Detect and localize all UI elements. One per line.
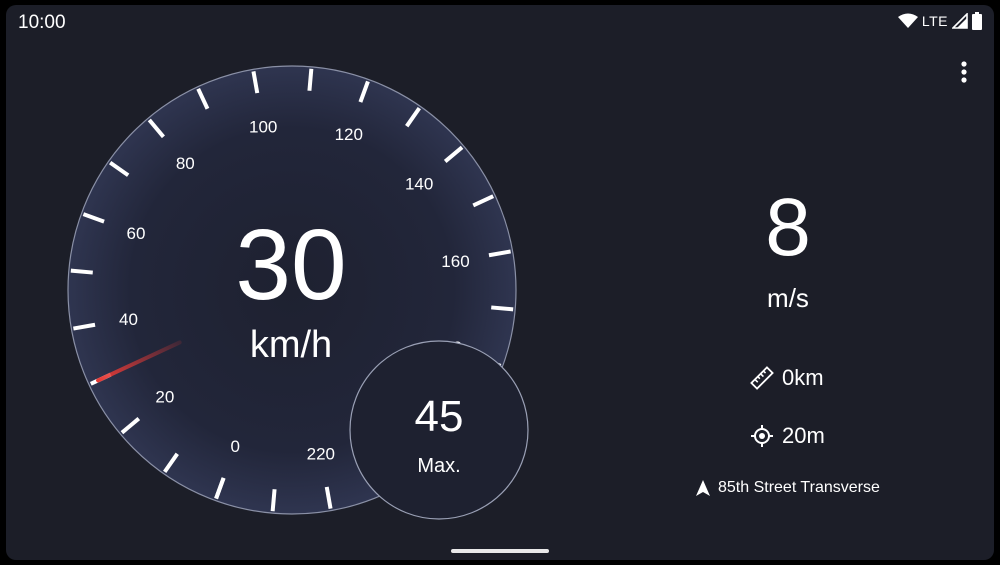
gauge-tick-label: 100 xyxy=(249,118,277,137)
gauge-tick xyxy=(70,268,93,275)
gauge-tick-label: 140 xyxy=(405,174,433,193)
gesture-nav-handle[interactable] xyxy=(451,549,549,553)
location-name: 85th Street Transverse xyxy=(718,479,880,496)
more-vert-icon xyxy=(961,61,967,83)
gauge-tick xyxy=(307,68,314,91)
secondary-speed-value: 8 xyxy=(765,182,811,273)
distance-value: 0km xyxy=(782,365,824,390)
gauge-tick-label: 160 xyxy=(441,252,469,271)
ruler-icon xyxy=(750,366,774,390)
accuracy-row: 20m xyxy=(750,423,825,449)
distance-row: 0km xyxy=(750,365,824,391)
max-speed-label: Max. xyxy=(417,455,461,477)
gauge-tick-label: 0 xyxy=(230,437,239,456)
max-speed-value: 45 xyxy=(414,392,464,441)
gauge-tick-label: 20 xyxy=(155,388,174,407)
gauge-tick xyxy=(270,489,277,512)
crosshair-icon xyxy=(751,425,773,447)
accuracy-value: 20m xyxy=(782,423,825,448)
location-row: 85th Street Transverse xyxy=(696,479,880,497)
gauge-tick-label: 40 xyxy=(119,310,138,329)
secondary-speed-unit: m/s xyxy=(767,283,809,313)
app-screen: 10:00 LTE 0 20 40 60 80 100 120 140 160 … xyxy=(6,5,994,560)
gauge-tick-label: 80 xyxy=(176,154,195,173)
navigation-arrow-icon xyxy=(696,480,710,496)
more-options-button[interactable] xyxy=(952,57,976,87)
current-speed-unit: km/h xyxy=(249,324,333,366)
gauge-tick xyxy=(491,305,514,312)
gauge-tick-label: 220 xyxy=(307,444,335,463)
gauge-tick-label: 120 xyxy=(335,125,363,144)
current-speed-value: 30 xyxy=(235,209,347,321)
